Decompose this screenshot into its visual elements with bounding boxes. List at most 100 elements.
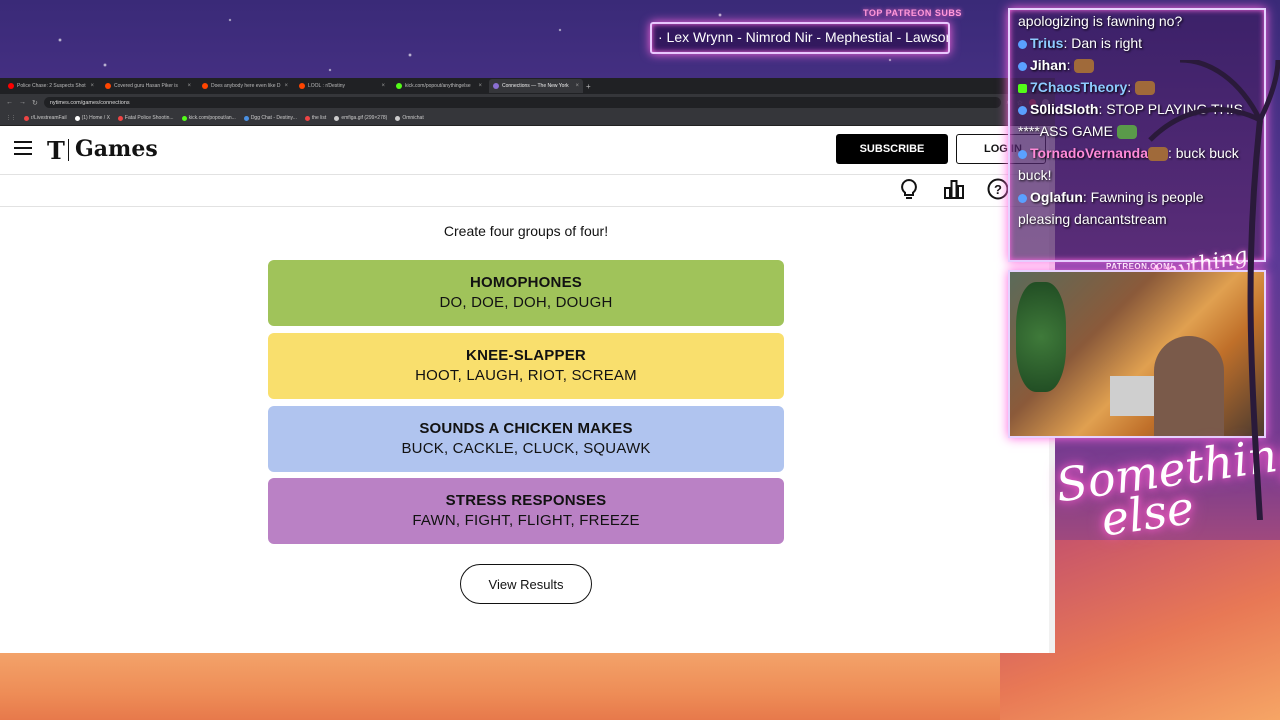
browser-tab[interactable]: Police Chase: 2 Suspects Shot ×	[4, 79, 98, 93]
favicon-icon	[334, 115, 340, 121]
favicon-icon	[243, 115, 249, 121]
favicon-icon	[105, 83, 111, 89]
kick-badge-icon	[1018, 83, 1027, 93]
browser-tab[interactable]: Covered guru Hasan Piker is ×	[101, 79, 195, 93]
close-icon[interactable]: ×	[381, 83, 385, 89]
menu-icon[interactable]	[14, 141, 32, 155]
subscribe-button[interactable]: SUBSCRIBE	[836, 134, 948, 164]
patreon-subs-ticker: · Lex Wrynn - Nimrod Nir - Mephestial - …	[650, 22, 950, 54]
chat-message: TornadoVernanda: buck buck buck!	[1010, 142, 1264, 186]
message-text: : Dan is right	[1063, 35, 1143, 51]
bookmark-item[interactable]: Omnichat	[395, 115, 424, 121]
browser-tab[interactable]: kick.com/popout/anythingelse ×	[392, 79, 486, 93]
favicon-icon	[493, 83, 499, 89]
chat-message: S0lidSloth: STOP PLAYING THIS ****ASS GA…	[1010, 98, 1264, 142]
tab-label: Police Chase: 2 Suspects Shot	[17, 83, 86, 89]
close-icon[interactable]: ×	[90, 83, 94, 89]
chat-username: Jihan	[1030, 57, 1067, 73]
hint-bulb-icon[interactable]	[898, 178, 920, 200]
chat-message: Jihan:	[1010, 54, 1264, 76]
bookmark-label: Omnichat	[402, 115, 424, 121]
favicon-icon	[304, 115, 310, 121]
emote-icon	[1135, 81, 1156, 96]
forward-icon[interactable]: →	[19, 99, 26, 106]
stats-chart-icon[interactable]	[943, 178, 965, 200]
solved-group-stress-responses: STRESS RESPONSES FAWN, FIGHT, FLIGHT, FR…	[268, 478, 784, 544]
new-tab-icon[interactable]: +	[586, 82, 591, 91]
message-text: :	[1066, 57, 1071, 73]
patreon-names: · Lex Wrynn - Nimrod Nir - Mephestial - …	[658, 29, 950, 45]
chat-username: Oglafun	[1030, 189, 1083, 205]
group-members: FAWN, FIGHT, FLIGHT, FREEZE	[412, 512, 640, 529]
close-icon[interactable]: ×	[478, 83, 482, 89]
favicon-icon	[299, 83, 305, 89]
favicon-icon	[395, 115, 401, 121]
bookmark-item[interactable]: emfiga.gif (299×278)	[334, 115, 387, 121]
tab-label: kick.com/popout/anythingelse	[405, 83, 471, 89]
background-desert	[0, 652, 1055, 720]
tab-label: Covered guru Hasan Piker is	[114, 83, 178, 89]
chat-username: 7ChaosTheory	[1030, 79, 1128, 95]
instructions-text: Create four groups of four!	[443, 223, 609, 239]
chat-username: TornadoVernanda	[1030, 145, 1148, 161]
bookmark-item[interactable]: the list	[304, 115, 327, 121]
solved-group-homophones: HOMOPHONES DO, DOE, DOH, DOUGH	[268, 260, 784, 326]
group-title: STRESS RESPONSES	[445, 492, 607, 509]
favicon-icon	[24, 115, 29, 121]
solved-group-chicken-sounds: SOUNDS A CHICKEN MAKES BUCK, CACKLE, CLU…	[268, 406, 784, 472]
bookmark-label: (1) Home / X	[81, 115, 110, 121]
bookmark-label: r/LivestreamFail	[31, 115, 67, 121]
favicon-icon	[181, 115, 187, 121]
group-title: KNEE-SLAPPER	[466, 347, 586, 364]
game-toolbar: ?	[0, 174, 1055, 207]
bookmark-item[interactable]: (1) Home / X	[74, 115, 110, 121]
connections-board: Create four groups of four! HOMOPHONES D…	[0, 206, 1055, 653]
close-icon[interactable]: ×	[187, 83, 191, 89]
help-icon[interactable]: ?	[987, 178, 1009, 200]
patreon-label: TOP PATREON SUBS	[863, 8, 962, 18]
back-icon[interactable]: ←	[6, 99, 13, 106]
browser-tab[interactable]: Does anybody here even like D ×	[198, 79, 292, 93]
logo-divider	[68, 139, 69, 161]
bookmark-label: kick.com/popout/an...	[188, 115, 236, 121]
chat-badge-icon	[1018, 193, 1027, 203]
webcam-streamer	[1154, 336, 1224, 436]
bookmark-item[interactable]: Dgg Chat - Destiny...	[243, 115, 297, 121]
chat-badge-icon	[1018, 39, 1027, 49]
bookmark-item[interactable]: Fatal Police Shootin...	[117, 115, 174, 121]
favicon-icon	[8, 83, 14, 89]
emote-icon	[1147, 147, 1168, 162]
chat-message: Trius: Dan is right	[1010, 32, 1264, 54]
chat-username: S0lidSloth	[1030, 101, 1099, 117]
group-members: BUCK, CACKLE, CLUCK, SQUAWK	[401, 440, 651, 457]
nyt-logo[interactable]: T	[47, 136, 65, 165]
favicon-icon	[396, 83, 402, 89]
apps-icon[interactable]: ⋮⋮	[6, 115, 16, 121]
view-results-button[interactable]: View Results	[460, 564, 592, 604]
favicon-icon	[74, 115, 80, 121]
close-icon[interactable]: ×	[575, 83, 579, 89]
chat-username: Trius	[1030, 35, 1064, 51]
bookmark-label: Fatal Police Shootin...	[124, 115, 174, 121]
chat-badge-icon	[1018, 149, 1027, 159]
close-icon[interactable]: ×	[284, 83, 288, 89]
browser-tab[interactable]: LOOL : r/Destiny ×	[295, 79, 389, 93]
group-members: DO, DOE, DOH, DOUGH	[439, 294, 613, 311]
tab-label: Connections — The New York	[502, 83, 569, 89]
browser-tab-active[interactable]: Connections — The New York ×	[489, 79, 583, 93]
bookmark-label: the list	[311, 115, 327, 121]
bookmark-item[interactable]: r/LivestreamFail	[24, 115, 67, 121]
games-logo[interactable]: Games	[75, 136, 158, 162]
favicon-icon	[202, 83, 208, 89]
url-field[interactable]: nytimes.com/games/connections	[43, 97, 1001, 108]
reload-icon[interactable]: ↻	[32, 99, 38, 107]
emote-icon	[1074, 59, 1095, 74]
chat-badge-icon	[1018, 61, 1027, 71]
tab-label: Does anybody here even like D	[211, 83, 281, 89]
webcam-feed	[1008, 270, 1266, 438]
group-members: HOOT, LAUGH, RIOT, SCREAM	[415, 367, 637, 384]
group-title: SOUNDS A CHICKEN MAKES	[419, 420, 633, 437]
bookmark-item[interactable]: kick.com/popout/an...	[181, 115, 236, 121]
chat-message: 7ChaosTheory:	[1010, 76, 1264, 98]
group-title: HOMOPHONES	[469, 274, 582, 291]
